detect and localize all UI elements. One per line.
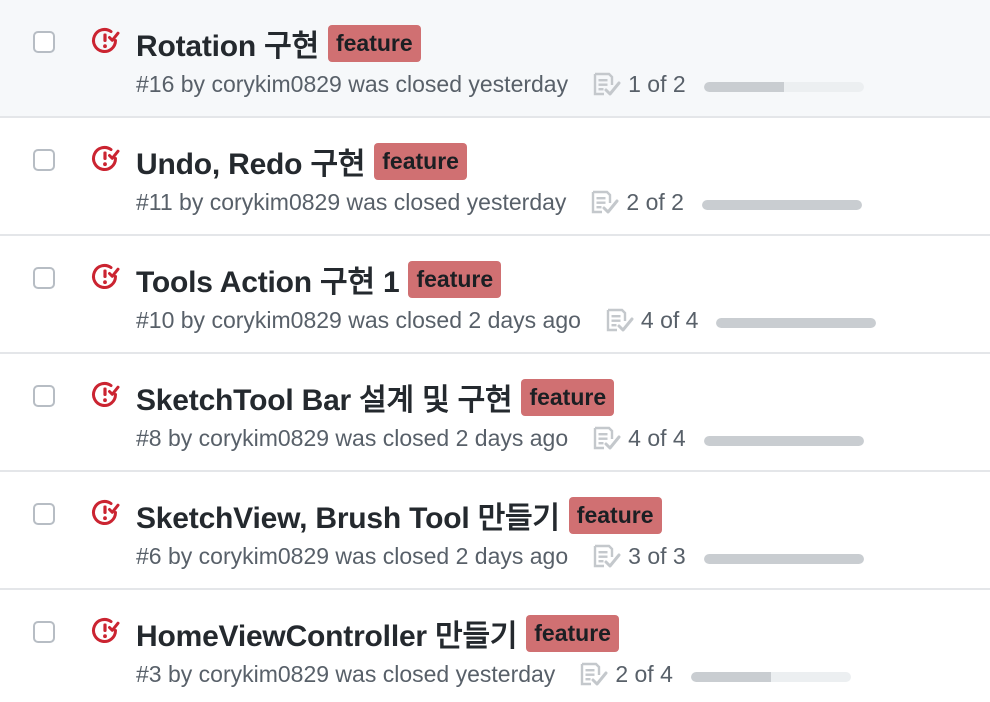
task-progress[interactable]: 1 of 2: [592, 71, 864, 98]
progress-bar: [703, 553, 864, 564]
select-checkbox[interactable]: [33, 385, 55, 407]
issue-title-line: SketchTool Bar 설계 및 구현 feature: [136, 375, 615, 419]
checklist-icon: [581, 662, 608, 685]
issue-row: SketchView, Brush Tool 만들기 feature #6 by…: [0, 472, 990, 590]
select-checkbox[interactable]: [33, 621, 55, 643]
task-progress[interactable]: 4 of 4: [592, 425, 864, 452]
issue-title-line: Undo, Redo 구현 feature: [136, 139, 467, 183]
progress-bar: [703, 435, 864, 446]
issue-title-line: HomeViewController 만들기 feature: [136, 611, 619, 655]
issue-meta: #16 by corykim0829 was closed yesterday …: [136, 71, 864, 98]
feature-label[interactable]: feature: [526, 614, 619, 652]
task-progress-text: 2 of 2: [626, 189, 684, 215]
issue-title[interactable]: SketchTool Bar 설계 및 구현: [136, 375, 513, 419]
select-checkbox[interactable]: [33, 31, 55, 53]
issue-closed-icon: [92, 146, 120, 171]
issue-title[interactable]: SketchView, Brush Tool 만들기: [136, 493, 560, 537]
issue-row: Undo, Redo 구현 feature #11 by corykim0829…: [0, 118, 990, 236]
select-checkbox[interactable]: [33, 267, 55, 289]
issue-closed-icon: [92, 264, 120, 289]
feature-label[interactable]: feature: [521, 378, 615, 416]
issue-row: SketchTool Bar 설계 및 구현 feature #8 by cor…: [0, 354, 990, 472]
progress-bar-fill: [716, 317, 877, 328]
issue-meta-text: #16 by corykim0829 was closed yesterday: [136, 71, 569, 97]
issue-meta-text: #3 by corykim0829 was closed yesterday: [136, 661, 556, 687]
progress-bar-fill: [690, 671, 771, 682]
issue-closed-icon: [92, 500, 120, 525]
issue-title[interactable]: Tools Action 구현 1: [136, 257, 400, 301]
checklist-icon: [593, 72, 621, 95]
task-progress-text: 4 of 4: [640, 307, 699, 333]
issue-meta: #8 by corykim0829 was closed 2 days ago …: [136, 425, 864, 452]
issue-meta-text: #8 by corykim0829 was closed 2 days ago: [136, 425, 569, 451]
issue-title-line: SketchView, Brush Tool 만들기 feature: [136, 493, 662, 537]
task-progress[interactable]: 2 of 4: [579, 661, 851, 688]
issue-meta-text: #11 by corykim0829 was closed yesterday: [136, 189, 567, 215]
checklist-icon: [593, 544, 621, 567]
checklist-icon: [606, 308, 634, 331]
issue-list: Rotation 구현 feature #16 by corykim0829 w…: [0, 0, 990, 702]
checklist-icon: [592, 190, 619, 213]
task-progress[interactable]: 2 of 2: [590, 189, 862, 216]
feature-label[interactable]: feature: [408, 260, 502, 298]
task-progress-text: 2 of 4: [615, 661, 673, 687]
progress-bar-fill: [703, 553, 864, 564]
issue-meta-text: #6 by corykim0829 was closed 2 days ago: [136, 543, 569, 569]
issue-meta: #6 by corykim0829 was closed 2 days ago …: [136, 543, 864, 570]
feature-label[interactable]: feature: [327, 24, 421, 62]
task-progress-text: 1 of 2: [628, 71, 686, 97]
issue-closed-icon: [92, 618, 120, 643]
issue-row: Tools Action 구현 1 feature #10 by corykim…: [0, 236, 990, 354]
checklist-icon: [593, 426, 621, 449]
task-progress-text: 4 of 4: [628, 425, 686, 451]
issue-title[interactable]: HomeViewController 만들기: [136, 611, 517, 655]
task-progress[interactable]: 4 of 4: [605, 307, 877, 334]
progress-bar-fill: [701, 199, 862, 210]
issue-title[interactable]: Undo, Redo 구현: [136, 139, 365, 183]
progress-bar-fill: [703, 435, 864, 446]
issue-title[interactable]: Rotation 구현: [136, 21, 319, 65]
issue-meta: #10 by corykim0829 was closed 2 days ago…: [136, 307, 877, 334]
issue-title-line: Tools Action 구현 1 feature: [136, 257, 502, 301]
progress-bar: [701, 199, 862, 210]
issue-meta-text: #10 by corykim0829 was closed 2 days ago: [136, 307, 581, 333]
feature-label[interactable]: feature: [374, 142, 467, 180]
issue-row: Rotation 구현 feature #16 by corykim0829 w…: [0, 0, 990, 118]
issue-closed-icon: [92, 382, 120, 407]
progress-bar: [690, 671, 851, 682]
progress-bar: [703, 81, 864, 92]
task-progress-text: 3 of 3: [628, 543, 686, 569]
feature-label[interactable]: feature: [568, 496, 662, 534]
issue-meta: #11 by corykim0829 was closed yesterday …: [136, 189, 862, 216]
progress-bar-fill: [703, 81, 784, 92]
issue-meta: #3 by corykim0829 was closed yesterday 2…: [136, 661, 851, 688]
issue-closed-icon: [92, 28, 120, 53]
task-progress[interactable]: 3 of 3: [592, 543, 864, 570]
issue-row: HomeViewController 만들기 feature #3 by cor…: [0, 590, 990, 702]
select-checkbox[interactable]: [33, 503, 55, 525]
progress-bar: [716, 317, 877, 328]
issue-title-line: Rotation 구현 feature: [136, 21, 421, 65]
select-checkbox[interactable]: [33, 149, 55, 171]
